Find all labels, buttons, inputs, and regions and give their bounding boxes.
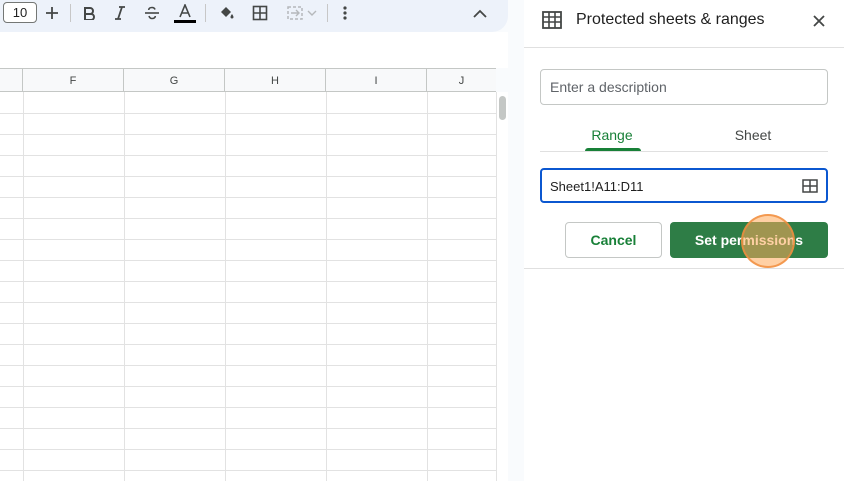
plus-icon[interactable] (42, 0, 62, 26)
grid-row-line (0, 197, 496, 198)
grid-row-line (0, 344, 496, 345)
strikethrough-icon[interactable] (142, 0, 162, 26)
scrollbar-thumb[interactable] (499, 96, 506, 120)
chevron-up-icon[interactable] (470, 0, 490, 26)
column-header-partial[interactable] (0, 69, 23, 92)
fill-color-icon[interactable] (216, 0, 238, 26)
column-header-i[interactable]: I (326, 69, 427, 92)
app-root: 10 F G H I J Protected sheets & ranges E… (0, 0, 860, 481)
tab-sheet[interactable]: Sheet (708, 118, 798, 151)
grid-column-line (326, 92, 327, 481)
grid-row-line (0, 281, 496, 282)
text-color-icon[interactable] (173, 0, 197, 26)
tab-range[interactable]: Range (567, 118, 657, 151)
description-input[interactable] (540, 69, 828, 105)
grid-row-line (0, 155, 496, 156)
toolbar: 10 (0, 0, 508, 32)
grid-row-line (0, 386, 496, 387)
panel-title: Protected sheets & ranges (576, 11, 765, 28)
tab-sheet-label: Sheet (734, 127, 772, 143)
active-tab-indicator (585, 148, 641, 151)
column-header-g[interactable]: G (124, 69, 225, 92)
grid-column-line (124, 92, 125, 481)
grid-row-line (0, 323, 496, 324)
more-vert-icon[interactable] (336, 0, 354, 26)
table-icon (542, 11, 562, 29)
column-header-j[interactable]: J (427, 69, 496, 92)
column-header-h[interactable]: H (225, 69, 326, 92)
grid-row-line (0, 260, 496, 261)
cancel-button[interactable]: Cancel (565, 222, 662, 258)
font-size-input[interactable]: 10 (3, 2, 37, 23)
formula-bar-area (0, 32, 508, 68)
range-value: Sheet1!A11:D11 (550, 179, 644, 194)
grid-row-line (0, 449, 496, 450)
grid-row-line (0, 365, 496, 366)
bold-icon[interactable] (80, 0, 98, 26)
text-color-bar (174, 19, 196, 23)
toolbar-divider (70, 4, 71, 22)
column-header-f[interactable]: F (23, 69, 124, 92)
grid-row-line (0, 407, 496, 408)
grid-row-line (0, 239, 496, 240)
select-range-icon[interactable] (802, 179, 818, 193)
range-field[interactable]: Sheet1!A11:D11 (540, 168, 828, 203)
grid-column-line (427, 92, 428, 481)
toolbar-divider (327, 4, 328, 22)
toolbar-divider (205, 4, 206, 22)
range-sheet-tabs: Range Sheet (540, 118, 828, 152)
cell-grid[interactable] (0, 92, 496, 481)
grid-row-line (0, 302, 496, 303)
panel-divider (524, 268, 844, 269)
close-icon[interactable] (808, 10, 830, 32)
column-headers: F G H I J (0, 68, 496, 92)
grid-row-line (0, 113, 496, 114)
tab-range-label: Range (591, 127, 633, 143)
grid-row-line (0, 470, 496, 471)
protected-ranges-panel: Protected sheets & ranges Range Sheet Sh… (524, 0, 860, 481)
grid-row-line (0, 428, 496, 429)
italic-icon[interactable] (111, 0, 129, 26)
grid-row-line (0, 218, 496, 219)
merge-cells-icon[interactable] (282, 0, 322, 26)
panel-header: Protected sheets & ranges (524, 0, 844, 48)
grid-column-line (225, 92, 226, 481)
set-permissions-button[interactable]: Set permissions (670, 222, 828, 258)
grid-row-line (0, 176, 496, 177)
grid-column-line (23, 92, 24, 481)
vertical-scrollbar[interactable] (496, 92, 508, 481)
grid-row-line (0, 134, 496, 135)
borders-icon[interactable] (250, 0, 270, 26)
